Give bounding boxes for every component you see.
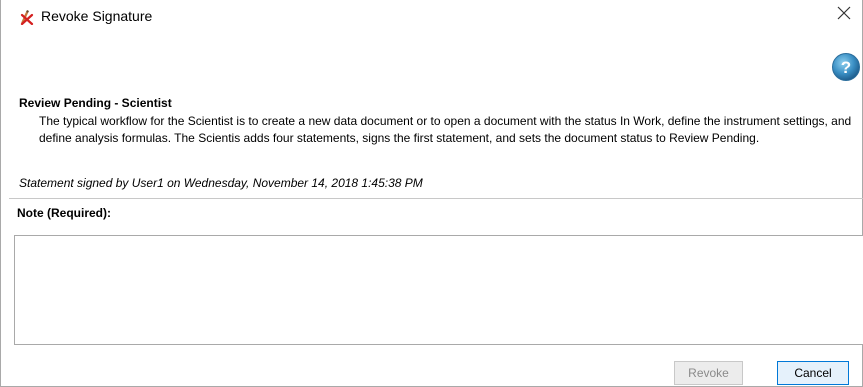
signature-revoke-icon	[19, 9, 35, 26]
help-icon: ?	[831, 53, 861, 86]
cancel-button[interactable]: Cancel	[777, 361, 849, 385]
note-label: Note (Required):	[17, 206, 111, 220]
close-button[interactable]	[830, 2, 858, 28]
statement-heading: Review Pending - Scientist	[19, 96, 172, 110]
svg-text:?: ?	[841, 58, 851, 77]
window-title: Revoke Signature	[41, 8, 153, 24]
signed-by-text: Statement signed by User1 on Wednesday, …	[19, 176, 423, 190]
statement-description: The typical workflow for the Scientist i…	[39, 114, 852, 145]
title-bar: Revoke Signature	[1, 0, 862, 30]
divider	[9, 198, 863, 199]
close-icon	[837, 6, 851, 25]
revoke-signature-dialog: Revoke Signature ? Review Pending - Scie…	[0, 0, 863, 387]
revoke-button[interactable]: Revoke	[674, 361, 743, 385]
note-input[interactable]	[14, 235, 863, 345]
help-button[interactable]: ?	[831, 52, 861, 82]
